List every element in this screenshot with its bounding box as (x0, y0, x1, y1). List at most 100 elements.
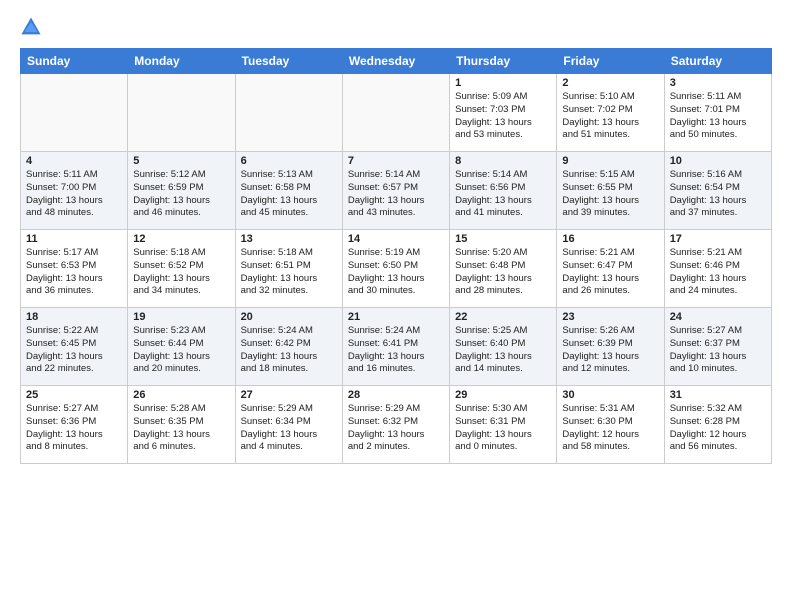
day-info: Sunrise: 5:10 AMSunset: 7:02 PMDaylight:… (562, 91, 658, 142)
day-info: Sunrise: 5:21 AMSunset: 6:46 PMDaylight:… (670, 247, 766, 298)
day-cell: 23 Sunrise: 5:26 AMSunset: 6:39 PMDayligh… (557, 308, 664, 386)
week-row-2: 4 Sunrise: 5:11 AMSunset: 7:00 PMDaylight… (21, 152, 772, 230)
day-number: 22 (455, 311, 551, 323)
day-info: Sunrise: 5:30 AMSunset: 6:31 PMDaylight:… (455, 403, 551, 454)
day-number: 25 (26, 389, 122, 401)
day-cell: 3 Sunrise: 5:11 AMSunset: 7:01 PMDaylight… (664, 74, 771, 152)
day-number: 26 (133, 389, 229, 401)
day-cell: 21 Sunrise: 5:24 AMSunset: 6:41 PMDayligh… (342, 308, 449, 386)
day-info: Sunrise: 5:12 AMSunset: 6:59 PMDaylight:… (133, 169, 229, 220)
day-cell: 5 Sunrise: 5:12 AMSunset: 6:59 PMDaylight… (128, 152, 235, 230)
day-info: Sunrise: 5:24 AMSunset: 6:41 PMDaylight:… (348, 325, 444, 376)
day-info: Sunrise: 5:27 AMSunset: 6:36 PMDaylight:… (26, 403, 122, 454)
day-number: 3 (670, 77, 766, 89)
day-info: Sunrise: 5:14 AMSunset: 6:57 PMDaylight:… (348, 169, 444, 220)
day-info: Sunrise: 5:14 AMSunset: 6:56 PMDaylight:… (455, 169, 551, 220)
day-info: Sunrise: 5:29 AMSunset: 6:34 PMDaylight:… (241, 403, 337, 454)
day-cell: 22 Sunrise: 5:25 AMSunset: 6:40 PMDayligh… (450, 308, 557, 386)
day-cell: 24 Sunrise: 5:27 AMSunset: 6:37 PMDayligh… (664, 308, 771, 386)
weekday-header-sunday: Sunday (21, 49, 128, 74)
day-info: Sunrise: 5:16 AMSunset: 6:54 PMDaylight:… (670, 169, 766, 220)
day-number: 12 (133, 233, 229, 245)
day-info: Sunrise: 5:17 AMSunset: 6:53 PMDaylight:… (26, 247, 122, 298)
day-number: 18 (26, 311, 122, 323)
day-number: 9 (562, 155, 658, 167)
day-number: 7 (348, 155, 444, 167)
day-info: Sunrise: 5:21 AMSunset: 6:47 PMDaylight:… (562, 247, 658, 298)
day-info: Sunrise: 5:22 AMSunset: 6:45 PMDaylight:… (26, 325, 122, 376)
day-number: 27 (241, 389, 337, 401)
day-cell: 7 Sunrise: 5:14 AMSunset: 6:57 PMDaylight… (342, 152, 449, 230)
day-info: Sunrise: 5:28 AMSunset: 6:35 PMDaylight:… (133, 403, 229, 454)
day-cell: 15 Sunrise: 5:20 AMSunset: 6:48 PMDayligh… (450, 230, 557, 308)
day-cell: 4 Sunrise: 5:11 AMSunset: 7:00 PMDaylight… (21, 152, 128, 230)
weekday-header-wednesday: Wednesday (342, 49, 449, 74)
header (20, 16, 772, 38)
weekday-header-friday: Friday (557, 49, 664, 74)
day-cell (342, 74, 449, 152)
weekday-header-row: SundayMondayTuesdayWednesdayThursdayFrid… (21, 49, 772, 74)
day-info: Sunrise: 5:26 AMSunset: 6:39 PMDaylight:… (562, 325, 658, 376)
day-cell: 18 Sunrise: 5:22 AMSunset: 6:45 PMDayligh… (21, 308, 128, 386)
day-number: 5 (133, 155, 229, 167)
day-info: Sunrise: 5:19 AMSunset: 6:50 PMDaylight:… (348, 247, 444, 298)
day-cell: 17 Sunrise: 5:21 AMSunset: 6:46 PMDayligh… (664, 230, 771, 308)
day-info: Sunrise: 5:31 AMSunset: 6:30 PMDaylight:… (562, 403, 658, 454)
day-number: 13 (241, 233, 337, 245)
day-number: 28 (348, 389, 444, 401)
day-number: 17 (670, 233, 766, 245)
day-number: 29 (455, 389, 551, 401)
day-cell: 13Sunrise: 5:18 AMSunset: 6:51 PMDayligh… (235, 230, 342, 308)
day-cell: 16 Sunrise: 5:21 AMSunset: 6:47 PMDayligh… (557, 230, 664, 308)
day-number: 16 (562, 233, 658, 245)
day-cell: 25 Sunrise: 5:27 AMSunset: 6:36 PMDayligh… (21, 386, 128, 464)
day-cell (21, 74, 128, 152)
day-cell: 31 Sunrise: 5:32 AMSunset: 6:28 PMDayligh… (664, 386, 771, 464)
week-row-4: 18 Sunrise: 5:22 AMSunset: 6:45 PMDayligh… (21, 308, 772, 386)
day-cell: 14 Sunrise: 5:19 AMSunset: 6:50 PMDayligh… (342, 230, 449, 308)
day-number: 19 (133, 311, 229, 323)
weekday-header-saturday: Saturday (664, 49, 771, 74)
week-row-5: 25 Sunrise: 5:27 AMSunset: 6:36 PMDayligh… (21, 386, 772, 464)
day-info: Sunrise: 5:20 AMSunset: 6:48 PMDaylight:… (455, 247, 551, 298)
day-cell: 20 Sunrise: 5:24 AMSunset: 6:42 PMDayligh… (235, 308, 342, 386)
day-cell: 12Sunrise: 5:18 AMSunset: 6:52 PMDayligh… (128, 230, 235, 308)
day-info: Sunrise: 5:11 AMSunset: 7:00 PMDaylight:… (26, 169, 122, 220)
day-cell: 30Sunrise: 5:31 AMSunset: 6:30 PMDayligh… (557, 386, 664, 464)
logo-icon (20, 16, 42, 38)
day-info: Sunrise: 5:25 AMSunset: 6:40 PMDaylight:… (455, 325, 551, 376)
day-cell: 8 Sunrise: 5:14 AMSunset: 6:56 PMDaylight… (450, 152, 557, 230)
day-number: 31 (670, 389, 766, 401)
day-cell: 28 Sunrise: 5:29 AMSunset: 6:32 PMDayligh… (342, 386, 449, 464)
weekday-header-tuesday: Tuesday (235, 49, 342, 74)
day-info: Sunrise: 5:24 AMSunset: 6:42 PMDaylight:… (241, 325, 337, 376)
day-number: 21 (348, 311, 444, 323)
calendar: SundayMondayTuesdayWednesdayThursdayFrid… (20, 48, 772, 464)
day-number: 4 (26, 155, 122, 167)
week-row-1: 1Sunrise: 5:09 AMSunset: 7:03 PMDaylight… (21, 74, 772, 152)
day-info: Sunrise: 5:13 AMSunset: 6:58 PMDaylight:… (241, 169, 337, 220)
day-cell: 9Sunrise: 5:15 AMSunset: 6:55 PMDaylight… (557, 152, 664, 230)
day-number: 23 (562, 311, 658, 323)
day-number: 1 (455, 77, 551, 89)
day-info: Sunrise: 5:32 AMSunset: 6:28 PMDaylight:… (670, 403, 766, 454)
day-info: Sunrise: 5:11 AMSunset: 7:01 PMDaylight:… (670, 91, 766, 142)
weekday-header-monday: Monday (128, 49, 235, 74)
day-info: Sunrise: 5:29 AMSunset: 6:32 PMDaylight:… (348, 403, 444, 454)
day-number: 11 (26, 233, 122, 245)
day-cell: 10Sunrise: 5:16 AMSunset: 6:54 PMDayligh… (664, 152, 771, 230)
day-number: 20 (241, 311, 337, 323)
day-cell: 6Sunrise: 5:13 AMSunset: 6:58 PMDaylight… (235, 152, 342, 230)
day-number: 24 (670, 311, 766, 323)
day-cell (128, 74, 235, 152)
logo (20, 16, 46, 38)
day-number: 14 (348, 233, 444, 245)
day-cell: 11 Sunrise: 5:17 AMSunset: 6:53 PMDayligh… (21, 230, 128, 308)
day-number: 2 (562, 77, 658, 89)
day-number: 15 (455, 233, 551, 245)
day-cell: 2 Sunrise: 5:10 AMSunset: 7:02 PMDaylight… (557, 74, 664, 152)
day-cell: 19 Sunrise: 5:23 AMSunset: 6:44 PMDayligh… (128, 308, 235, 386)
day-number: 8 (455, 155, 551, 167)
day-info: Sunrise: 5:27 AMSunset: 6:37 PMDaylight:… (670, 325, 766, 376)
day-info: Sunrise: 5:23 AMSunset: 6:44 PMDaylight:… (133, 325, 229, 376)
